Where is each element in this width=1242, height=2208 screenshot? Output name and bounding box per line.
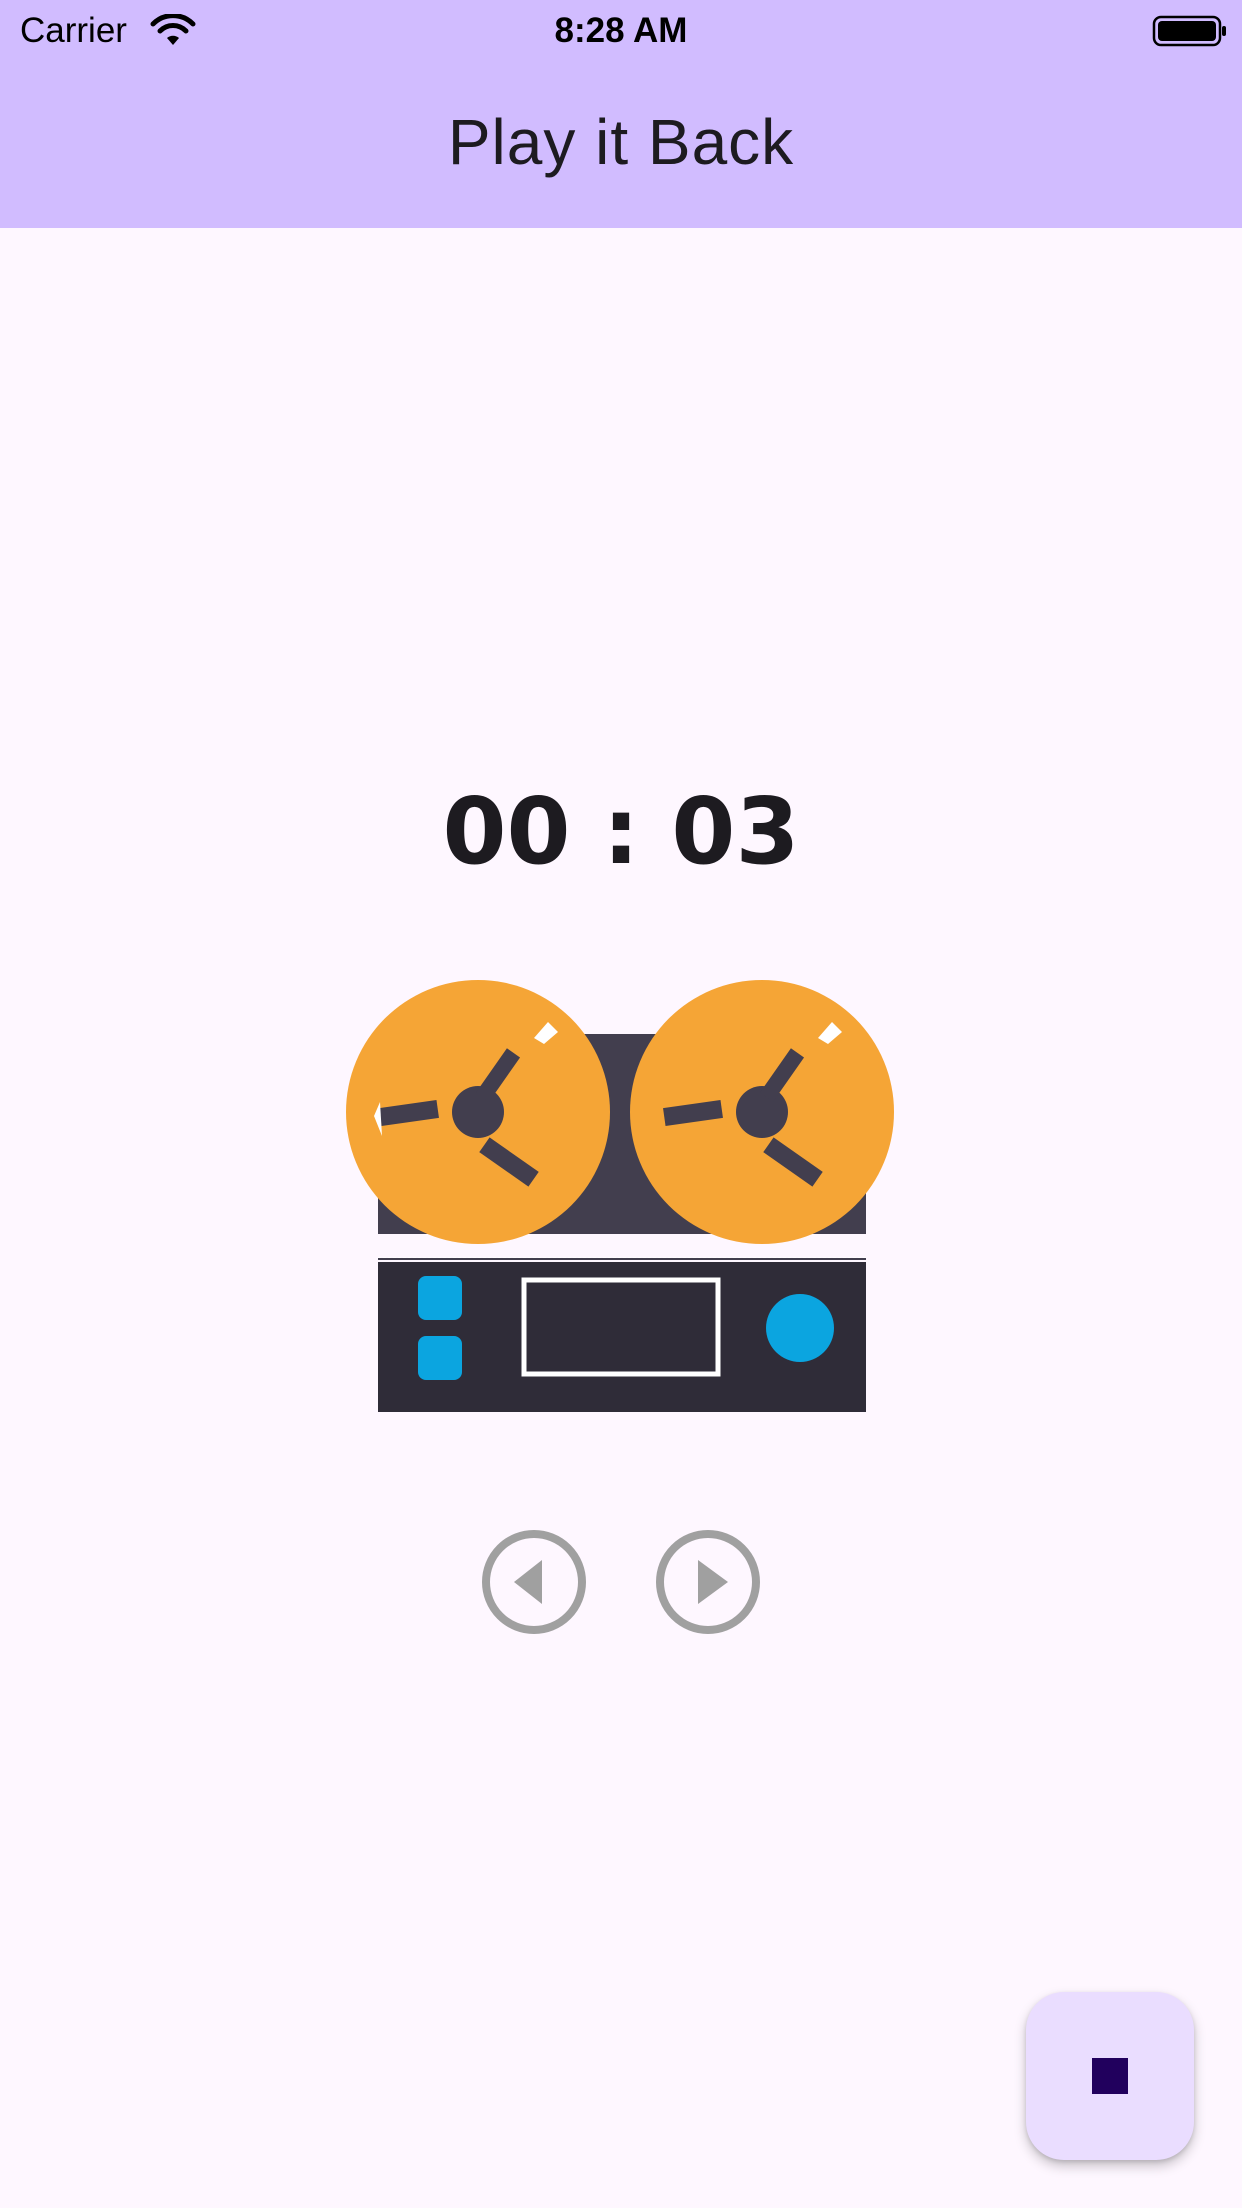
status-time: 8:28 AM [554,11,688,50]
stop-recording-button[interactable] [1026,1992,1194,2160]
page-title: Play it Back [447,106,795,178]
status-bar: Carrier 8:28 AM [0,0,1242,62]
play-circle-icon[interactable] [654,1528,762,1636]
elapsed-timer: 00 : 03 [442,778,800,885]
app-bar: Carrier 8:28 AM Play it Back [0,0,1242,228]
stop-icon [1092,2058,1128,2094]
rewind-circle-icon[interactable] [480,1528,588,1636]
right-reel [630,980,894,1244]
left-reel [346,980,610,1244]
battery-full-icon [1152,15,1226,47]
reel-to-reel-tape-recorder-icon [346,980,894,1412]
